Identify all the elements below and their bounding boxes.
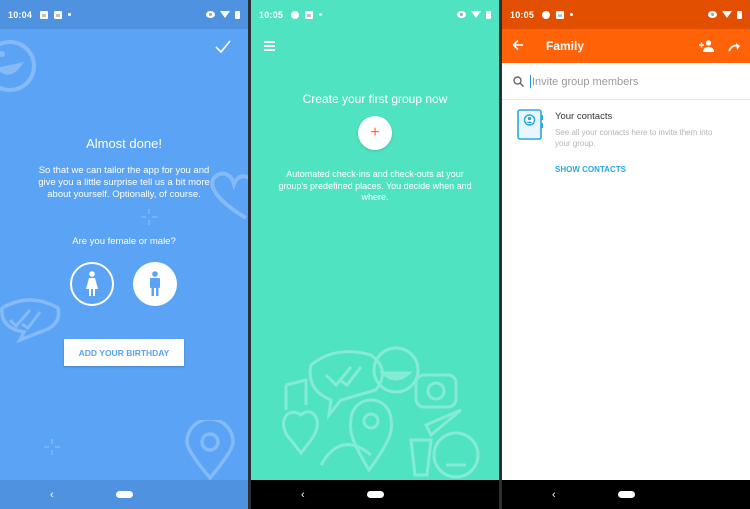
invite-members-input[interactable] — [530, 75, 740, 88]
app-bar: Family — [502, 29, 750, 63]
pencil-icon — [423, 408, 462, 438]
eye-icon — [206, 11, 215, 18]
location-pin-decoration-icon — [185, 420, 235, 480]
more-notifications-icon — [68, 13, 72, 16]
confirm-button[interactable] — [215, 40, 231, 59]
eye-icon — [708, 11, 717, 18]
invite-search-bar — [502, 63, 750, 100]
illustration-icon-collage — [282, 346, 480, 479]
invite-members-screen: 10:05 Family Invite group members Your c… — [502, 0, 750, 509]
contacts-description: See all your contacts here to invite the… — [555, 128, 713, 148]
group-title: Family — [546, 39, 585, 53]
skip-button[interactable] — [728, 39, 742, 57]
nav-home-button[interactable] — [115, 491, 133, 498]
back-button[interactable] — [512, 39, 524, 54]
sparkle-decoration-icon — [141, 209, 157, 225]
hamburger-menu-icon[interactable] — [264, 41, 275, 53]
messenger-notification-icon — [291, 10, 300, 19]
show-contacts-button[interactable]: SHOW CONTACTS — [555, 165, 626, 174]
more-notifications-icon — [570, 13, 574, 16]
camera-icon — [414, 373, 458, 409]
onboarding-profile-screen: 10:04 Almost done! So that we can tailor… — [0, 0, 248, 509]
checkmark-icon — [215, 40, 231, 54]
calendar-notification-icon — [305, 10, 314, 19]
messenger-notification-icon — [542, 10, 551, 19]
add-member-button[interactable] — [699, 39, 714, 57]
redo-arrow-icon — [728, 43, 740, 52]
female-icon — [86, 271, 98, 296]
nav-back-button[interactable]: ‹ — [552, 489, 556, 501]
nav-back-button[interactable]: ‹ — [301, 489, 305, 501]
laughing-face-decoration-icon — [0, 40, 36, 92]
search-icon — [513, 76, 524, 87]
wifi-icon — [471, 11, 481, 18]
neutral-face-icon — [432, 431, 480, 479]
add-birthday-button[interactable]: ADD YOUR BIRTHDAY — [64, 339, 184, 366]
status-time: 10:05 — [259, 9, 284, 20]
music-note-icon — [284, 378, 308, 410]
sparkle-decoration-icon — [44, 439, 60, 455]
page-title: Create your first group now — [302, 92, 448, 106]
create-group-screen: 10:05 Create your first group now + Auto… — [251, 0, 499, 509]
system-nav-bar: ‹ — [0, 480, 248, 509]
create-group-button[interactable]: + — [358, 116, 392, 150]
contacts-title: Your contacts — [555, 111, 613, 122]
more-notifications-icon — [319, 13, 323, 16]
gender-question: Are you female or male? — [72, 236, 176, 247]
chat-check-decoration-icon — [0, 298, 61, 344]
nav-home-button[interactable] — [617, 491, 635, 498]
status-bar: 10:05 — [502, 0, 750, 29]
calendar-notification-icon — [40, 10, 49, 19]
nav-back-button[interactable]: ‹ — [50, 489, 54, 501]
wifi-icon — [220, 11, 230, 18]
female-option-button[interactable] — [70, 262, 114, 306]
male-icon — [150, 271, 160, 296]
system-nav-bar: ‹ — [251, 480, 499, 509]
page-description: Automated check-ins and check-outs at yo… — [278, 169, 472, 202]
battery-icon — [235, 10, 240, 19]
page-title: Almost done! — [86, 136, 162, 151]
calendar-notification-icon — [556, 10, 565, 19]
heart-icon — [282, 410, 319, 456]
location-pin-icon — [348, 398, 394, 473]
cup-icon — [409, 438, 433, 477]
eye-icon — [457, 11, 466, 18]
add-person-icon — [699, 40, 714, 52]
battery-icon — [737, 10, 742, 19]
male-option-button[interactable] — [133, 262, 177, 306]
status-time: 10:05 — [510, 9, 535, 20]
arrow-left-icon — [512, 39, 523, 50]
address-book-icon — [517, 109, 543, 140]
calendar-notification-icon — [54, 10, 63, 19]
status-bar: 10:04 — [0, 0, 248, 29]
nav-home-button[interactable] — [366, 491, 384, 498]
system-nav-bar: ‹ — [502, 480, 750, 509]
page-description: So that we can tailor the app for you an… — [38, 165, 210, 200]
battery-icon — [486, 10, 491, 19]
status-time: 10:04 — [8, 9, 33, 20]
status-bar: 10:05 — [251, 0, 499, 29]
wifi-icon — [722, 11, 732, 18]
